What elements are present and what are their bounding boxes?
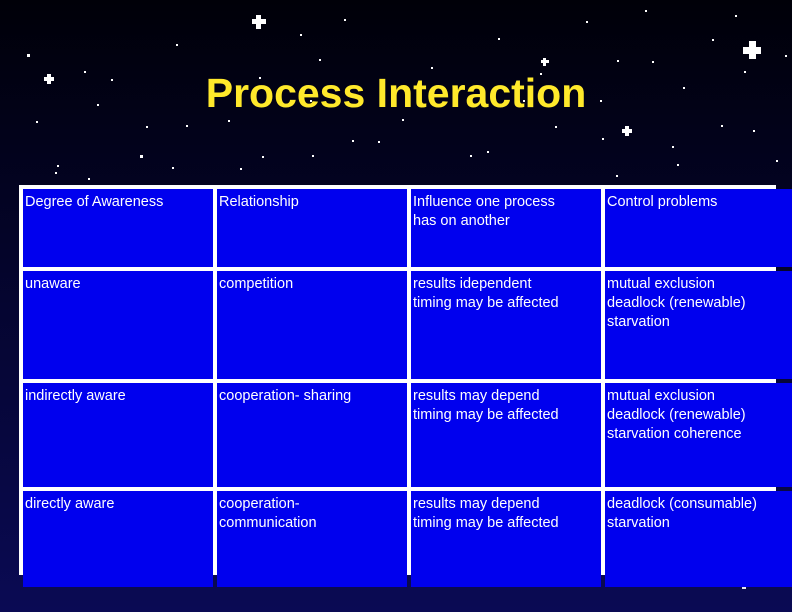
table-cell-influence: results idependent timing may be affecte…	[411, 271, 601, 379]
cell-line: timing may be affected	[413, 295, 559, 311]
star-dot	[88, 178, 90, 180]
cell-line: directly aware	[25, 496, 115, 512]
table-cell-relationship: cooperation- sharing	[217, 383, 407, 487]
star-dot	[402, 119, 404, 121]
header-line: Influence one process	[413, 194, 555, 210]
table-header-cell-degree-of-awareness: Degree of Awareness	[23, 189, 213, 267]
star-dot	[672, 146, 674, 148]
table-cell-awareness: directly aware	[23, 491, 213, 587]
star-dot	[487, 151, 489, 153]
page-title: Process Interaction	[205, 70, 587, 116]
star-dot	[240, 168, 242, 170]
header-line: Relationship	[219, 194, 299, 210]
star-dot	[172, 167, 174, 169]
cell-line: timing may be affected	[413, 515, 559, 531]
star-dot	[498, 38, 500, 40]
table-row: directly aware cooperation- communicatio…	[23, 491, 792, 587]
header-line: Degree of Awareness	[25, 194, 164, 210]
star-sparkle-icon	[743, 41, 761, 59]
table-header-row: Degree of Awareness Relationship Influen…	[23, 189, 792, 267]
star-dot	[262, 156, 264, 158]
star-dot	[36, 121, 38, 123]
star-dot	[712, 39, 714, 41]
star-dot	[431, 67, 433, 69]
star-sparkle-icon	[252, 15, 266, 29]
table-header-cell-relationship: Relationship	[217, 189, 407, 267]
table-header-cell-influence: Influence one process has on another	[411, 189, 601, 267]
star-dot	[652, 61, 654, 63]
cell-line: deadlock (renewable)	[607, 295, 746, 311]
table-cell-influence: results may depend timing may be affecte…	[411, 491, 601, 587]
star-dot	[55, 172, 57, 174]
cell-line: timing may be affected	[413, 407, 559, 423]
cell-line: results may depend	[413, 496, 540, 512]
star-dot	[776, 160, 778, 162]
process-interaction-table-container: Degree of Awareness Relationship Influen…	[19, 185, 792, 587]
star-dot	[352, 140, 354, 142]
cell-line: mutual exclusion	[607, 276, 715, 292]
table-cell-control-problems: mutual exclusion deadlock (renewable) st…	[605, 383, 792, 487]
star-dot	[721, 125, 723, 127]
star-dot	[602, 138, 604, 140]
star-dot	[555, 126, 557, 128]
star-dot	[146, 126, 148, 128]
star-dot	[645, 10, 647, 12]
cell-line: communication	[219, 515, 317, 531]
star-dot	[319, 59, 321, 61]
cell-line: mutual exclusion	[607, 388, 715, 404]
cell-line: starvation	[607, 515, 670, 531]
cell-line: indirectly aware	[25, 388, 126, 404]
table-cell-awareness: indirectly aware	[23, 383, 213, 487]
cell-line: competition	[219, 276, 294, 292]
star-dot	[677, 164, 679, 166]
cell-line: results may depend	[413, 388, 540, 404]
star-dot	[228, 120, 230, 122]
star-dot	[616, 175, 618, 177]
star-dot	[753, 130, 755, 132]
star-dot	[785, 55, 787, 57]
star-dot	[186, 125, 188, 127]
table-cell-relationship: competition	[217, 271, 407, 379]
header-line: has on another	[413, 213, 510, 229]
table-cell-control-problems: mutual exclusion deadlock (renewable) st…	[605, 271, 792, 379]
table-cell-control-problems: deadlock (consumable) starvation	[605, 491, 792, 587]
star-dot	[27, 54, 30, 57]
star-sparkle-icon	[622, 126, 632, 136]
cell-line: cooperation-	[219, 496, 300, 512]
star-dot	[344, 19, 346, 21]
process-interaction-table: Degree of Awareness Relationship Influen…	[19, 185, 792, 591]
table-row: indirectly aware cooperation- sharing re…	[23, 383, 792, 487]
slide-canvas: Process Interaction Degree of Awareness …	[0, 0, 792, 612]
star-dot	[470, 155, 472, 157]
star-dot	[586, 21, 588, 23]
cell-line: cooperation- sharing	[219, 388, 352, 404]
star-dot	[378, 141, 380, 143]
star-dot	[300, 34, 302, 36]
table-cell-influence: results may depend timing may be affecte…	[411, 383, 601, 487]
star-dot	[176, 44, 178, 46]
cell-line: unaware	[25, 276, 81, 292]
table-row: unaware competition results idependent t…	[23, 271, 792, 379]
star-dot	[140, 155, 143, 158]
star-dot	[735, 15, 737, 17]
cell-line: starvation coherence	[607, 426, 742, 442]
table-header-cell-control-problems: Control problems	[605, 189, 792, 267]
cell-line: results idependent	[413, 276, 532, 292]
star-dot	[617, 60, 619, 62]
star-sparkle-icon	[541, 58, 549, 66]
star-dot	[312, 155, 314, 157]
star-dot	[57, 165, 59, 167]
table-cell-relationship: cooperation- communication	[217, 491, 407, 587]
cell-line: starvation	[607, 314, 670, 330]
header-line: Control problems	[607, 194, 718, 210]
cell-line: deadlock (renewable)	[607, 407, 746, 423]
table-cell-awareness: unaware	[23, 271, 213, 379]
cell-line: deadlock (consumable)	[607, 496, 757, 512]
